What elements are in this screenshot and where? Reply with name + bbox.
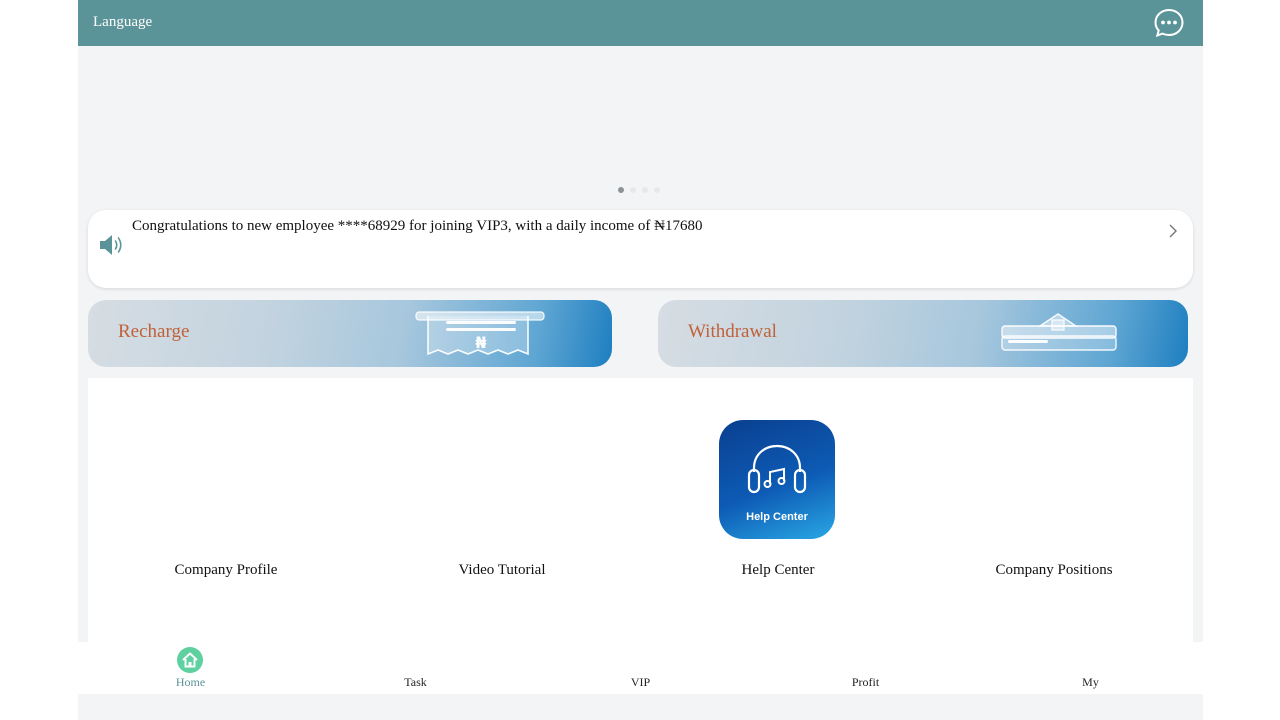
speaker-icon	[98, 233, 126, 257]
bottom-tab-bar: Home Task VIP Profit My	[78, 642, 1203, 694]
carousel-dot[interactable]	[618, 187, 624, 193]
chat-bubble-icon[interactable]	[1153, 7, 1185, 39]
app-container: Language Congratulations to new employee…	[78, 0, 1203, 720]
chevron-right-icon[interactable]	[1167, 224, 1179, 238]
carousel-dot[interactable]	[630, 187, 636, 193]
top-header: Language	[78, 0, 1203, 46]
tab-label: Profit	[851, 675, 880, 689]
headphones-icon	[746, 438, 808, 505]
tab-profit[interactable]: Profit	[753, 642, 978, 694]
tab-vip[interactable]: VIP	[528, 642, 753, 694]
carousel-dot[interactable]	[642, 187, 648, 193]
shortcut-label: Company Profile	[174, 562, 278, 578]
tab-my[interactable]: My	[978, 642, 1203, 694]
tab-label: My	[1082, 675, 1099, 689]
help-center-icon-text: Help Center	[746, 511, 808, 523]
carousel-dot[interactable]	[654, 187, 660, 193]
notice-bar[interactable]: Congratulations to new employee ****6892…	[88, 210, 1193, 288]
video-tutorial-item[interactable]: Video Tutorial	[364, 378, 640, 598]
carousel-indicator	[618, 187, 660, 193]
withdrawal-label: Withdrawal	[688, 321, 777, 342]
banner-carousel[interactable]	[78, 46, 1203, 200]
help-center-app-icon[interactable]: Help Center	[719, 420, 835, 539]
tab-task[interactable]: Task	[303, 642, 528, 694]
tab-label: Task	[404, 675, 427, 689]
receipt-icon: ₦	[410, 306, 550, 367]
tab-home[interactable]: Home	[78, 642, 303, 694]
recharge-button[interactable]: Recharge ₦	[88, 300, 612, 367]
home-icon	[177, 647, 203, 673]
shortcut-label: Help Center	[741, 562, 815, 578]
shortcut-label: Company Positions	[995, 562, 1113, 578]
tab-label: Home	[175, 675, 206, 689]
notice-message: Congratulations to new employee ****6892…	[132, 218, 703, 234]
company-profile-item[interactable]: Company Profile	[88, 378, 364, 598]
shortcut-grid: Company Profile Video Tutorial Help Cent…	[88, 378, 1193, 642]
withdraw-tray-icon	[994, 304, 1124, 367]
withdrawal-button[interactable]: Withdrawal	[658, 300, 1188, 367]
svg-text:₦: ₦	[475, 333, 486, 352]
shortcut-label: Video Tutorial	[458, 562, 546, 578]
recharge-label: Recharge	[118, 321, 190, 342]
company-positions-item[interactable]: Company Positions	[916, 378, 1192, 598]
language-button[interactable]: Language	[93, 13, 152, 31]
tab-label: VIP	[630, 675, 651, 689]
